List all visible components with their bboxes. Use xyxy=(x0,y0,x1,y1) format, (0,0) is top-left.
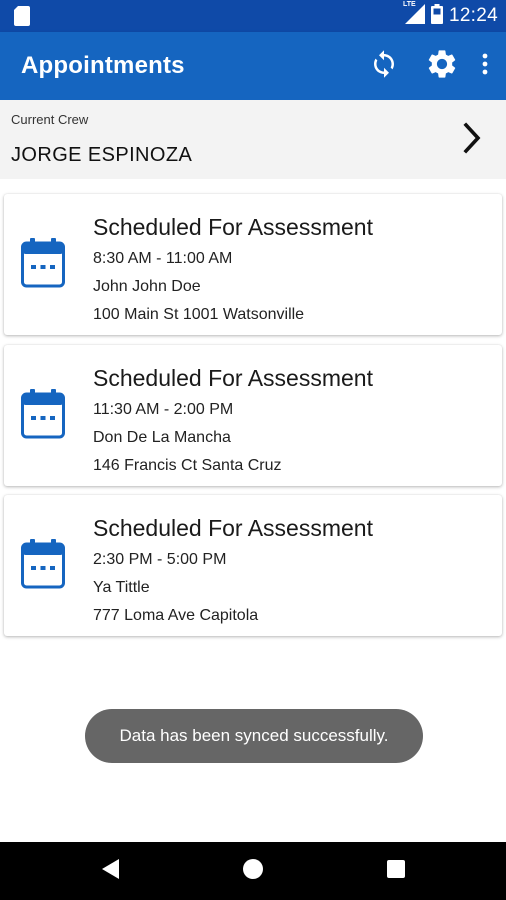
status-right: LTE 12:24 xyxy=(403,0,498,32)
status-bar: LTE 12:24 xyxy=(0,0,506,32)
calendar-icon xyxy=(21,389,65,444)
back-button[interactable] xyxy=(80,842,140,900)
appointment-card[interactable]: Scheduled For Assessment 11:30 AM - 2:00… xyxy=(4,345,502,486)
appointment-status: Scheduled For Assessment xyxy=(93,515,373,541)
appointment-address: 146 Francis Ct Santa Cruz xyxy=(93,457,282,474)
settings-gear-icon xyxy=(425,47,459,86)
appointment-customer: Don De La Mancha xyxy=(93,429,231,446)
appointment-address: 777 Loma Ave Capitola xyxy=(93,607,259,624)
appointment-card[interactable]: Scheduled For Assessment 8:30 AM - 11:00… xyxy=(4,194,502,335)
appointment-customer: Ya Tittle xyxy=(93,579,150,596)
home-button[interactable] xyxy=(223,842,283,900)
system-nav-bar xyxy=(0,842,506,900)
appointment-customer: John John Doe xyxy=(93,278,201,295)
network-label: LTE xyxy=(402,0,416,8)
appointment-address: 100 Main St 1001 Watsonville xyxy=(93,306,305,323)
home-icon xyxy=(242,858,264,885)
app-bar: Appointments xyxy=(0,32,506,100)
current-crew-row[interactable]: Current Crew JORGE ESPINOZA xyxy=(0,100,506,179)
appointment-time: 11:30 AM - 2:00 PM xyxy=(93,401,234,418)
settings-button[interactable] xyxy=(418,42,466,90)
appointment-status: Scheduled For Assessment xyxy=(93,365,373,391)
sync-button[interactable] xyxy=(360,42,408,90)
recents-icon xyxy=(386,859,406,884)
appointment-time: 2:30 PM - 5:00 PM xyxy=(93,551,227,568)
app-bar-actions xyxy=(360,32,494,100)
back-icon xyxy=(100,858,120,885)
clock: 12:24 xyxy=(448,5,498,26)
appointment-status: Scheduled For Assessment xyxy=(93,214,373,240)
battery-icon xyxy=(430,3,443,29)
current-crew-name: JORGE ESPINOZA xyxy=(11,144,193,166)
sd-card-icon xyxy=(14,6,30,31)
calendar-icon xyxy=(21,238,65,293)
recents-button[interactable] xyxy=(366,842,426,900)
sync-icon xyxy=(369,47,399,86)
calendar-icon xyxy=(21,539,65,594)
appointment-card[interactable]: Scheduled For Assessment 2:30 PM - 5:00 … xyxy=(4,495,502,636)
more-vertical-icon xyxy=(482,53,488,80)
toast-message: Data has been synced successfully. xyxy=(119,726,389,745)
screen: LTE 12:24 Appointments Current Crew JORG… xyxy=(0,0,506,900)
page-title: Appointments xyxy=(21,52,185,79)
more-options-button[interactable] xyxy=(476,42,494,90)
lte-signal-icon: LTE xyxy=(402,0,425,29)
current-crew-label: Current Crew xyxy=(11,112,89,127)
sync-toast: Data has been synced successfully. xyxy=(85,709,423,763)
chevron-right-icon[interactable] xyxy=(462,122,482,159)
appointment-time: 8:30 AM - 11:00 AM xyxy=(93,250,233,267)
